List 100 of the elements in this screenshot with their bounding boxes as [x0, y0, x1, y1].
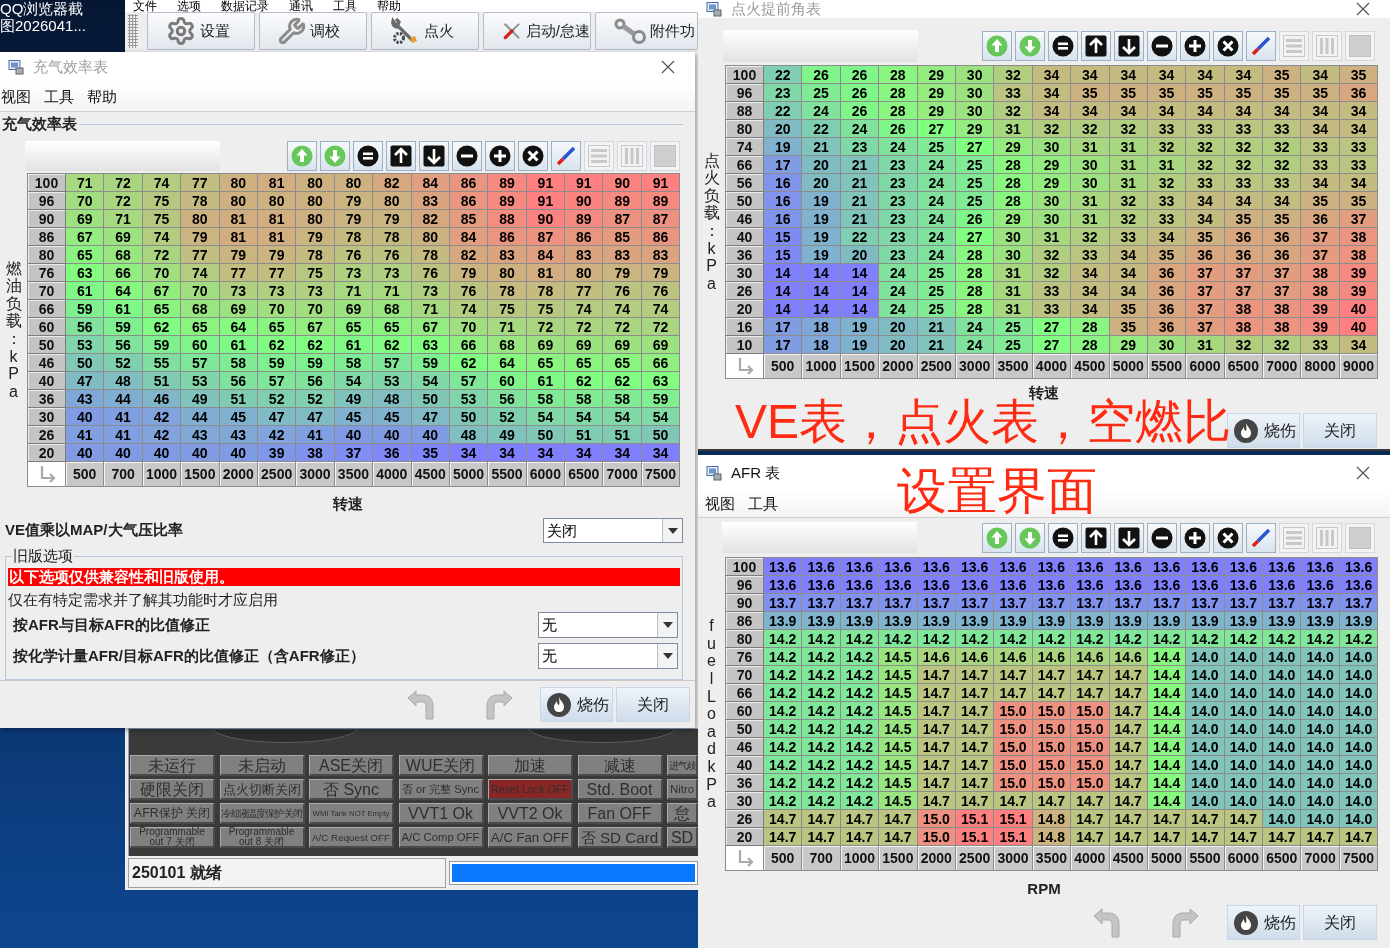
table-cell[interactable]: 34 — [1301, 102, 1340, 120]
table-cell[interactable]: 14.7 — [917, 666, 956, 684]
table-cell[interactable]: 14.0 — [1186, 702, 1225, 720]
table-cell[interactable]: 81 — [257, 228, 297, 246]
table-cell[interactable]: 28 — [1071, 336, 1110, 354]
menu-item[interactable]: 工具 — [748, 494, 778, 513]
table-cell[interactable]: 35 — [1109, 300, 1148, 318]
table-cell[interactable]: 71 — [66, 174, 105, 192]
table-cell[interactable]: 13.6 — [764, 558, 803, 576]
table-cell[interactable]: 13.6 — [1186, 576, 1225, 594]
table-cell[interactable]: 14.7 — [1339, 828, 1379, 846]
table-cell[interactable]: 14.2 — [994, 630, 1033, 648]
table-cell[interactable]: 33 — [1109, 228, 1148, 246]
table-cell[interactable]: 80 — [488, 264, 527, 282]
table-cell[interactable]: 13.6 — [1109, 558, 1148, 576]
table-cell[interactable]: 13.9 — [994, 612, 1033, 630]
table-cell[interactable]: 34 — [1263, 102, 1302, 120]
table-cell[interactable]: 59 — [66, 300, 105, 318]
table-cell[interactable]: 14.5 — [879, 720, 918, 738]
table-cell[interactable]: 34 — [1147, 66, 1187, 84]
table-cell[interactable]: 14.2 — [955, 630, 995, 648]
table-cell[interactable]: 38 — [1224, 300, 1264, 318]
table-cell[interactable]: 70 — [296, 300, 335, 318]
table-cell[interactable]: 37 — [1186, 318, 1225, 336]
table-cell[interactable]: 14.7 — [1109, 774, 1148, 792]
table-cell[interactable]: 14.0 — [1186, 738, 1225, 756]
table-cell[interactable]: 54 — [334, 372, 374, 390]
table-cell[interactable]: 36 — [1339, 84, 1379, 102]
table-cell[interactable]: 76 — [411, 264, 450, 282]
table-cell[interactable]: 86 — [641, 228, 681, 246]
table-cell[interactable]: 14.0 — [1301, 720, 1340, 738]
table-cell[interactable]: 37 — [1339, 210, 1379, 228]
table-cell[interactable]: 23 — [879, 246, 918, 264]
table-cell[interactable]: 14.4 — [1147, 756, 1187, 774]
table-cell[interactable]: 48 — [449, 426, 489, 444]
table-cell[interactable]: 34 — [1109, 282, 1148, 300]
table-cell[interactable]: 25 — [917, 282, 956, 300]
table-cell[interactable]: 14.2 — [1263, 630, 1302, 648]
table-cell[interactable]: 34 — [1147, 228, 1187, 246]
table-cell[interactable]: 14 — [840, 282, 880, 300]
table-cell[interactable]: 72 — [603, 318, 642, 336]
table-cell[interactable]: 27 — [955, 138, 995, 156]
burn-button[interactable]: 烧伤 — [540, 687, 613, 722]
table-cell[interactable]: 14.7 — [917, 792, 956, 810]
table-cell[interactable]: 86 — [449, 192, 489, 210]
table-cell[interactable]: 58 — [334, 354, 374, 372]
table-cell[interactable]: 40 — [373, 426, 412, 444]
table-cell[interactable]: 13.6 — [840, 576, 880, 594]
table-cell[interactable]: 34 — [1071, 66, 1110, 84]
table-cell[interactable]: 80 — [257, 192, 297, 210]
table-cell[interactable]: 69 — [104, 228, 143, 246]
table-cell[interactable]: 83 — [603, 246, 642, 264]
table-cell[interactable]: 14 — [802, 264, 841, 282]
table-cell[interactable]: 14.0 — [1339, 738, 1379, 756]
table-cell[interactable]: 24 — [955, 318, 995, 336]
table-cell[interactable]: 54 — [641, 408, 681, 426]
table-cell[interactable]: 13.6 — [955, 576, 995, 594]
table-cell[interactable]: 27 — [917, 120, 956, 138]
table-cell[interactable]: 25 — [994, 318, 1033, 336]
table-cell[interactable]: 41 — [104, 408, 143, 426]
table-cell[interactable]: 51 — [603, 426, 642, 444]
table-cell[interactable]: 14.2 — [764, 648, 803, 666]
table-cell[interactable]: 14.2 — [1339, 630, 1379, 648]
table-cell[interactable]: 40 — [334, 426, 374, 444]
table-cell[interactable]: 37 — [1186, 264, 1225, 282]
table-cell[interactable]: 33 — [1224, 174, 1264, 192]
table-cell[interactable]: 14.7 — [1109, 756, 1148, 774]
table-cell[interactable]: 14.0 — [1263, 666, 1302, 684]
table-cell[interactable]: 38 — [1263, 318, 1302, 336]
table-cell[interactable]: 72 — [641, 318, 681, 336]
table-cell[interactable]: 15.0 — [994, 720, 1033, 738]
tool-button[interactable] — [1246, 31, 1276, 61]
table-cell[interactable]: 33 — [1339, 156, 1379, 174]
table-cell[interactable]: 14.8 — [1032, 810, 1072, 828]
table-cell[interactable]: 14.2 — [802, 738, 841, 756]
table-cell[interactable]: 17 — [764, 318, 803, 336]
table-cell[interactable]: 89 — [641, 192, 681, 210]
tool-button[interactable] — [1081, 522, 1111, 553]
table-cell[interactable]: 39 — [1301, 300, 1340, 318]
table-cell[interactable]: 14.0 — [1224, 684, 1264, 702]
table-cell[interactable]: 34 — [1301, 174, 1340, 192]
table-cell[interactable]: 37 — [1186, 300, 1225, 318]
table-cell[interactable]: 68 — [373, 300, 412, 318]
table-cell[interactable]: 24 — [955, 336, 995, 354]
table-cell[interactable]: 30 — [955, 66, 995, 84]
table-cell[interactable]: 66 — [449, 336, 489, 354]
table-cell[interactable]: 45 — [334, 408, 374, 426]
table-cell[interactable]: 34 — [1339, 174, 1379, 192]
table-cell[interactable]: 13.7 — [1147, 594, 1187, 612]
table-cell[interactable]: 26 — [840, 102, 880, 120]
table-cell[interactable]: 14.7 — [955, 684, 995, 702]
table-cell[interactable]: 14.0 — [1224, 666, 1264, 684]
table-cell[interactable]: 35 — [1339, 192, 1379, 210]
table-cell[interactable]: 21 — [917, 318, 956, 336]
table-cell[interactable]: 14.7 — [994, 792, 1033, 810]
table-cell[interactable]: 77 — [257, 264, 297, 282]
table-cell[interactable]: 13.9 — [879, 612, 918, 630]
table-cell[interactable]: 33 — [1224, 120, 1264, 138]
table-cell[interactable]: 14.5 — [879, 774, 918, 792]
table-cell[interactable]: 25 — [955, 174, 995, 192]
